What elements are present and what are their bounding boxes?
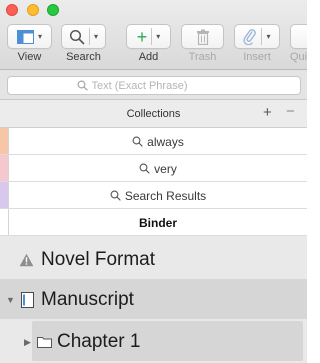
add-label: Add xyxy=(138,51,159,63)
insert-toolbar-item[interactable]: ▾ Insert xyxy=(234,24,280,63)
binder-item-label: Manuscript xyxy=(41,289,134,310)
view-layout-icon xyxy=(16,29,34,44)
add-collection-button[interactable]: + xyxy=(263,104,272,121)
collection-label: always xyxy=(147,135,184,149)
document-icon xyxy=(21,292,34,308)
collection-color-swatch xyxy=(0,128,9,154)
collection-color-swatch xyxy=(0,209,9,235)
collections-title: Collections xyxy=(126,108,181,120)
disclosure-collapsed-icon[interactable]: ▶ xyxy=(24,337,31,348)
trash-button[interactable] xyxy=(181,24,224,49)
collection-tab-binder[interactable]: Binder xyxy=(0,209,307,236)
collection-label: Binder xyxy=(138,216,177,230)
search-icon xyxy=(77,80,88,91)
chevron-down-icon: ▾ xyxy=(266,32,271,41)
view-button[interactable]: ▾ xyxy=(7,24,52,49)
search-toolbar-item[interactable]: ▾ Search xyxy=(61,24,106,63)
binder-item-novel-format[interactable]: Novel Format xyxy=(0,239,307,279)
separator xyxy=(88,28,90,45)
collection-color-swatch xyxy=(0,155,9,181)
scrivener-window: ▾ View ▾ Search + ▾ Add Trash ▾ Insert Q… xyxy=(0,0,307,363)
paperclip-icon xyxy=(243,28,257,45)
trash-icon xyxy=(196,29,209,45)
warning-icon xyxy=(19,253,34,267)
search-field[interactable] xyxy=(7,76,301,95)
search-bar xyxy=(0,70,307,100)
search-icon xyxy=(110,190,121,201)
chevron-down-icon: ▾ xyxy=(93,32,98,41)
zoom-window-button[interactable] xyxy=(47,4,59,16)
search-icon xyxy=(139,163,150,174)
chevron-down-icon: ▾ xyxy=(156,32,161,41)
folder-icon xyxy=(37,337,52,348)
search-button[interactable]: ▾ xyxy=(61,24,106,49)
collection-tab-search-results[interactable]: Search Results xyxy=(0,182,307,209)
collection-tab-always[interactable]: always xyxy=(0,128,307,155)
insert-button[interactable]: ▾ xyxy=(234,24,280,49)
binder-item-label: Novel Format xyxy=(41,249,156,270)
search-icon xyxy=(132,136,143,147)
binder-outline: Novel Format ▼ Manuscript Chapter 1 ▶ xyxy=(0,236,307,363)
search-input[interactable] xyxy=(91,79,232,92)
view-label: View xyxy=(17,51,42,63)
collection-tab-very[interactable]: very xyxy=(0,155,307,182)
separator xyxy=(151,28,153,45)
quick-reference-label: Qui xyxy=(290,51,307,63)
search-label: Search xyxy=(66,51,101,63)
binder-item-manuscript[interactable]: ▼ Manuscript xyxy=(0,279,307,319)
collection-color-swatch xyxy=(0,182,9,208)
disclosure-expanded-icon[interactable]: ▼ xyxy=(6,295,15,305)
quick-reference-toolbar-item[interactable]: Qui xyxy=(290,24,307,63)
collections-header: Collections + − xyxy=(0,100,307,128)
trash-toolbar-item[interactable]: Trash xyxy=(181,24,224,63)
remove-collection-button[interactable]: − xyxy=(286,103,295,120)
binder-item-chapter-1[interactable]: Chapter 1 xyxy=(32,321,303,361)
chevron-down-icon: ▾ xyxy=(37,32,42,41)
separator xyxy=(261,28,263,45)
view-toolbar-item[interactable]: ▾ View xyxy=(7,24,52,63)
toolbar: ▾ View ▾ Search + ▾ Add Trash ▾ Insert Q… xyxy=(0,0,307,70)
minimize-window-button[interactable] xyxy=(27,4,39,16)
search-icon xyxy=(69,29,85,44)
binder-item-label: Chapter 1 xyxy=(57,331,141,352)
quick-reference-button[interactable] xyxy=(290,24,307,49)
collection-label: Search Results xyxy=(124,189,207,203)
trash-label: Trash xyxy=(188,51,217,63)
add-toolbar-item[interactable]: + ▾ Add xyxy=(126,24,171,63)
collection-label: very xyxy=(154,162,177,176)
add-button[interactable]: + ▾ xyxy=(126,24,171,49)
insert-label: Insert xyxy=(243,51,271,63)
plus-icon: + xyxy=(136,26,148,47)
close-window-button[interactable] xyxy=(6,4,18,16)
